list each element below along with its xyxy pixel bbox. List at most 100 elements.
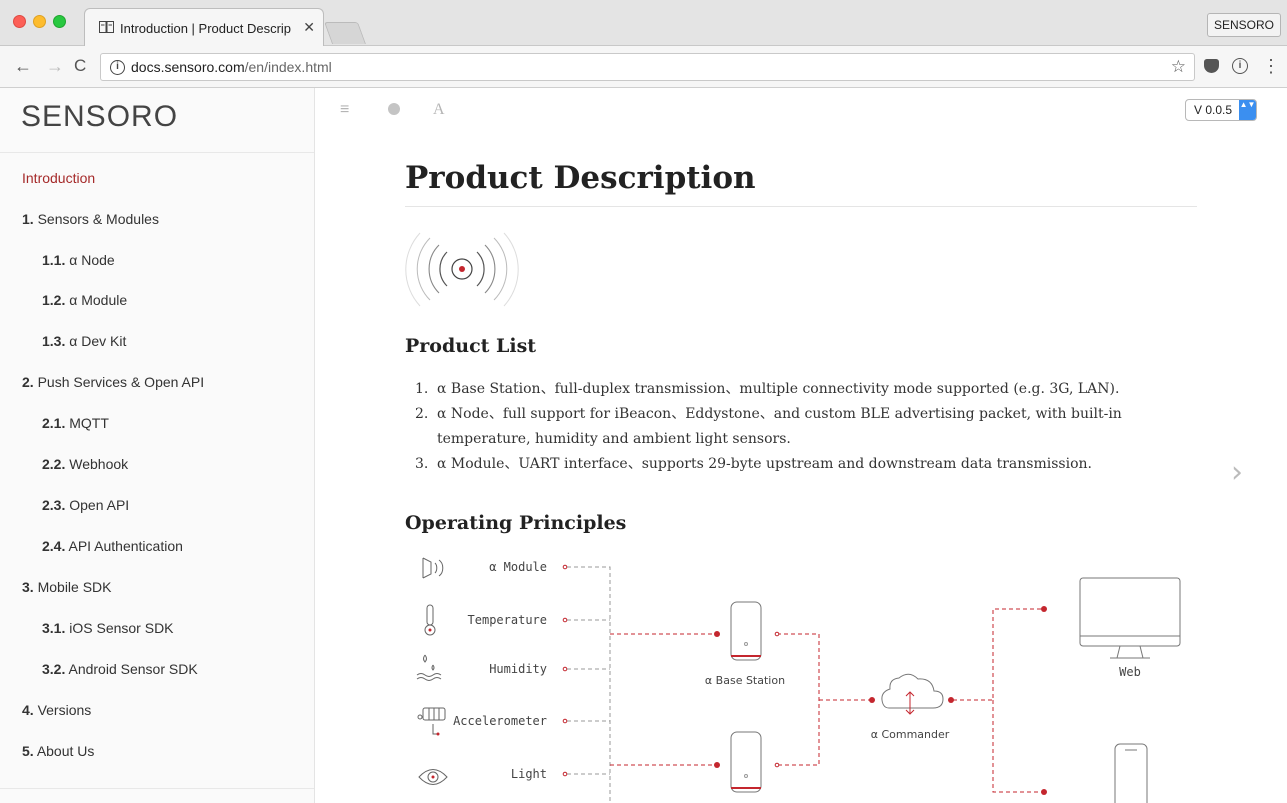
thermometer-icon	[424, 604, 436, 636]
web-label: Web	[1119, 665, 1141, 679]
sidebar-item-label: About Us	[36, 743, 95, 759]
sensor-label-humidity: Humidity	[489, 662, 547, 676]
sidebar-item-number: 2.2.	[42, 456, 66, 472]
sidebar-item-label: API Authentication	[68, 538, 183, 554]
sidebar-item-number: 3.	[22, 579, 34, 595]
sidebar-item-label: MQTT	[69, 415, 109, 431]
sidebar-item-node[interactable]: 1.1. α Node	[0, 252, 314, 292]
book-toolbar: ≡ A V 0.0.5 ▲▼	[316, 88, 1287, 134]
sidebar-item-number: 1.3.	[42, 333, 66, 349]
connector-dot	[714, 631, 720, 637]
pocket-icon[interactable]	[1204, 59, 1219, 73]
light-eye-icon	[418, 769, 448, 785]
brand-logo-text[interactable]: SENSORO	[21, 100, 178, 134]
sidebar-item-mqtt[interactable]: 2.1. MQTT	[0, 415, 314, 455]
list-item-number: 3.	[415, 456, 429, 472]
sidebar-item-number: 2.3.	[42, 497, 66, 513]
sidebar-item-label: α Dev Kit	[69, 333, 127, 349]
sidebar-item-mobile-sdk[interactable]: 3. Mobile SDK	[0, 579, 314, 619]
connector-dot	[774, 762, 780, 768]
sidebar-item-label: α Module	[69, 292, 128, 308]
sidebar-item-push-services[interactable]: 2. Push Services & Open API	[0, 374, 314, 414]
sidebar-item-label: Introduction	[22, 170, 96, 186]
sidebar-item-about-us[interactable]: 5. About Us	[0, 743, 314, 783]
divider	[405, 206, 1197, 207]
sidebar-item-number: 2.4.	[42, 538, 66, 554]
sidebar-item-number: 1.1.	[42, 252, 66, 268]
sidebar: SENSORO Introduction 1. Sensors & Module…	[0, 88, 315, 803]
sidebar-item-ios-sdk[interactable]: 3.1. iOS Sensor SDK	[0, 620, 314, 660]
sidebar-item-webhook[interactable]: 2.2. Webhook	[0, 456, 314, 496]
monitor-icon	[1079, 577, 1181, 659]
version-value: V 0.0.5	[1194, 103, 1233, 117]
operating-principles-diagram: α Module Temperature Humidity Accelerome…	[416, 557, 1181, 803]
module-icon	[422, 557, 444, 579]
sensor-label-accelerometer: Accelerometer	[453, 714, 547, 728]
url-path: /en/index.html	[244, 59, 332, 75]
select-arrow-icon: ▲▼	[1239, 100, 1256, 120]
list-item: 2. α Node、full support for iBeacon、Eddyst…	[415, 402, 1185, 452]
list-item-text: α Module、UART interface、supports 29-byte…	[437, 456, 1092, 472]
principles-heading: Operating Principles	[405, 512, 627, 534]
sidebar-item-label: Push Services & Open API	[37, 374, 205, 390]
zoom-window-button[interactable]	[53, 15, 66, 28]
divider	[0, 152, 314, 153]
globe-icon[interactable]	[388, 103, 400, 115]
font-settings-icon[interactable]: A	[433, 101, 445, 119]
minimize-window-button[interactable]	[33, 15, 46, 28]
sidebar-item-api-authentication[interactable]: 2.4. API Authentication	[0, 538, 314, 578]
sidebar-item-versions[interactable]: 4. Versions	[0, 702, 314, 742]
browser-menu-icon[interactable]: ⋮	[1262, 55, 1280, 77]
bookmark-star-icon[interactable]: ☆	[1171, 57, 1186, 77]
base-station-icon	[730, 731, 762, 793]
sidebar-item-sensors-modules[interactable]: 1. Sensors & Modules	[0, 211, 314, 251]
sidebar-item-number: 3.2.	[42, 661, 66, 677]
tab-close-icon[interactable]: ✕	[303, 19, 315, 36]
sidebar-item-label: α Node	[69, 252, 115, 268]
signal-logo-icon	[405, 232, 519, 307]
connector-dot	[869, 697, 875, 703]
divider	[0, 788, 314, 789]
profile-button[interactable]: SENSORO	[1206, 13, 1281, 37]
sidebar-item-open-api[interactable]: 2.3. Open API	[0, 497, 314, 537]
cloud-icon	[881, 673, 944, 715]
sidebar-item-label: Sensors & Modules	[37, 211, 159, 227]
list-item: 3. α Module、UART interface、supports 29-by…	[415, 452, 1185, 477]
version-select[interactable]: V 0.0.5 ▲▼	[1185, 99, 1257, 121]
connector-dot	[948, 697, 954, 703]
address-bar[interactable]: i docs.sensoro.com/en/index.html ☆	[100, 53, 1195, 81]
book-icon	[99, 21, 114, 33]
sidebar-item-number: 1.2.	[42, 292, 66, 308]
extension-info-icon[interactable]: i	[1232, 58, 1248, 74]
url-text[interactable]: docs.sensoro.com/en/index.html	[131, 59, 332, 75]
sidebar-item-introduction[interactable]: Introduction	[0, 170, 314, 210]
sidebar-item-dev-kit[interactable]: 1.3. α Dev Kit	[0, 333, 314, 373]
sidebar-item-label: Mobile SDK	[37, 579, 112, 595]
next-page-chevron-icon[interactable]: ›	[1231, 455, 1243, 490]
sensor-label-module: α Module	[489, 560, 547, 574]
connector-dot	[1041, 606, 1047, 612]
sidebar-item-number: 5.	[22, 743, 34, 759]
new-tab-button[interactable]	[323, 22, 367, 44]
phone-icon	[1114, 743, 1148, 803]
back-icon[interactable]: ←	[14, 55, 32, 77]
sidebar-item-label: Versions	[37, 702, 92, 718]
sidebar-item-number: 2.	[22, 374, 34, 390]
sidebar-item-module[interactable]: 1.2. α Module	[0, 292, 314, 332]
browser-titlebar: Introduction | Product Descrip ✕ SENSORO	[0, 0, 1287, 47]
toggle-sidebar-icon[interactable]: ≡	[340, 101, 349, 119]
sidebar-item-label: Webhook	[69, 456, 129, 472]
close-window-button[interactable]	[13, 15, 26, 28]
base-station-label: α Base Station	[705, 674, 785, 687]
sidebar-item-android-sdk[interactable]: 3.2. Android Sensor SDK	[0, 661, 314, 701]
reload-icon[interactable]: C	[74, 55, 86, 77]
browser-tab-active[interactable]: Introduction | Product Descrip ✕	[84, 8, 324, 47]
sidebar-item-label: Android Sensor SDK	[68, 661, 198, 677]
sensor-label-light: Light	[511, 767, 547, 781]
browser-toolbar: ← → C i docs.sensoro.com/en/index.html ☆…	[0, 46, 1287, 88]
list-item: 1. α Base Station、full-duplex transmissio…	[415, 377, 1185, 402]
forward-icon[interactable]: →	[46, 55, 64, 77]
list-item-number: 2.	[415, 406, 429, 422]
humidity-icon	[416, 654, 442, 681]
site-info-icon[interactable]: i	[110, 60, 125, 75]
